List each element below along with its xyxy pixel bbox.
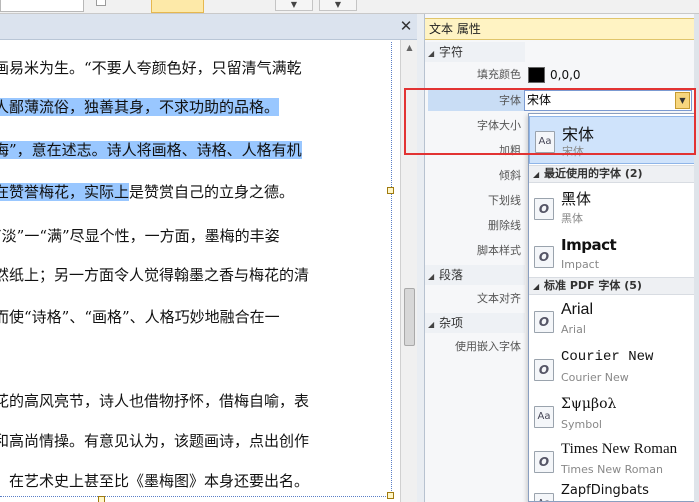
- label-underline: 下划线: [488, 194, 521, 207]
- font-dropdown-list[interactable]: Aa 宋体 宋体 ◢ 最近使用的字体 (2) O 黑体 黑体 O Impact I…: [528, 113, 699, 502]
- toolbar-dropdown-arrow-left[interactable]: ▼: [275, 0, 313, 11]
- font-option-name: 宋体: [562, 125, 595, 144]
- collapse-triangle-icon: ◢: [428, 49, 435, 58]
- group-header-recent-fonts[interactable]: ◢ 最近使用的字体 (2): [529, 165, 698, 183]
- font-option-name: Σψμβολ: [561, 396, 617, 412]
- group-header-standard-pdf-fonts[interactable]: ◢ 标准 PDF 字体 (5): [529, 277, 698, 295]
- label-use-embedded-font: 使用嵌入字体: [455, 340, 521, 353]
- label-bold: 加粗: [499, 144, 521, 157]
- font-option-name: Times New Roman: [561, 441, 678, 457]
- row-divider: [425, 88, 699, 89]
- toolbar-dropdown-arrow-right[interactable]: ▼: [319, 0, 357, 11]
- font-option-subname: 黑体: [561, 212, 583, 225]
- collapse-triangle-icon: ◢: [533, 170, 540, 179]
- font-option-subname: Arial: [561, 323, 586, 336]
- document-page[interactable]: 画易米为生。“不要人夸颜色好，只留清气满乾 人鄙薄流俗，独善其身，不求功助的品格。…: [0, 40, 417, 502]
- resize-handle-bottom[interactable]: [98, 496, 105, 502]
- font-option-arial[interactable]: O Arial Arial: [529, 297, 698, 345]
- collapse-triangle-icon: ◢: [428, 320, 435, 329]
- font-option-times-new-roman[interactable]: O Times New Roman Times New Roman: [529, 437, 698, 485]
- opentype-font-icon: O: [534, 246, 554, 268]
- truetype-font-icon: Aa: [534, 493, 554, 501]
- label-text-align: 文本对齐: [477, 292, 521, 305]
- chevron-down-icon[interactable]: ▼: [675, 92, 690, 109]
- font-select[interactable]: 宋体 ▼: [524, 90, 692, 111]
- section-label: 字符: [439, 45, 464, 59]
- label-italic: 倾斜: [499, 169, 521, 182]
- font-option-name: Courier New: [561, 349, 654, 365]
- toolbar-checkbox[interactable]: [96, 0, 106, 6]
- label-font: 字体: [499, 94, 521, 107]
- opentype-font-icon: O: [534, 198, 554, 220]
- font-option-name: Impact: [561, 236, 617, 254]
- font-option-subname: Courier New: [561, 371, 629, 384]
- truetype-font-icon: Aa: [534, 406, 554, 428]
- opentype-font-icon: O: [534, 451, 554, 473]
- resize-handle-right[interactable]: [387, 187, 394, 194]
- font-option-songti[interactable]: Aa 宋体 宋体: [529, 116, 698, 164]
- collapse-triangle-icon: ◢: [428, 272, 435, 281]
- font-option-subname: Impact: [561, 258, 600, 271]
- section-character[interactable]: ◢ 字符: [425, 42, 525, 62]
- collapse-triangle-icon: ◢: [533, 282, 540, 291]
- fill-color-value: 0,0,0: [550, 68, 581, 82]
- label-font-size: 字体大小: [477, 119, 521, 132]
- opentype-font-icon: O: [534, 311, 554, 333]
- group-header-label: 标准 PDF 字体 (5): [544, 279, 642, 292]
- section-label: 段落: [439, 268, 464, 282]
- font-option-symbol[interactable]: Aa Σψμβολ Symbol: [529, 392, 698, 440]
- section-label: 杂项: [439, 316, 464, 330]
- font-option-impact[interactable]: O Impact Impact: [529, 232, 698, 280]
- scrollbar-thumb[interactable]: [404, 288, 415, 346]
- font-option-subname: 宋体: [562, 145, 584, 158]
- font-option-zapfdingbats[interactable]: Aa ZapfDingbats: [529, 479, 698, 501]
- font-option-name: ZapfDingbats: [561, 483, 649, 498]
- close-document-icon[interactable]: ✕: [398, 18, 414, 34]
- font-select-value: 宋体: [527, 93, 552, 107]
- label-fill-color: 填充颜色: [477, 68, 521, 81]
- toolbar: ▼ ▼: [0, 0, 699, 14]
- font-option-name: Arial: [561, 301, 594, 318]
- group-header-label: 最近使用的字体 (2): [544, 167, 643, 180]
- document-tab-bar: [0, 14, 417, 40]
- label-script-style: 脚本样式: [477, 244, 521, 257]
- text-box-frame[interactable]: [0, 42, 392, 497]
- label-strikethrough: 删除线: [488, 219, 521, 232]
- window-edge: [694, 14, 699, 502]
- fill-color-swatch[interactable]: [528, 67, 545, 83]
- vertical-scrollbar[interactable]: ▲: [400, 40, 417, 502]
- font-option-heiti[interactable]: O 黑体 黑体: [529, 184, 698, 232]
- truetype-font-icon: Aa: [535, 131, 555, 153]
- font-option-subname: Symbol: [561, 418, 602, 431]
- font-option-subname: Times New Roman: [561, 463, 663, 476]
- resize-handle-bottom-right[interactable]: [387, 492, 394, 499]
- section-misc[interactable]: ◢ 杂项: [425, 313, 525, 333]
- scroll-up-icon[interactable]: ▲: [404, 43, 415, 53]
- toolbar-input[interactable]: [0, 0, 84, 12]
- panel-title: 文本 属性: [425, 18, 699, 40]
- font-option-courier-new[interactable]: O Courier New Courier New: [529, 345, 698, 393]
- opentype-font-icon: O: [534, 359, 554, 381]
- section-paragraph[interactable]: ◢ 段落: [425, 265, 525, 285]
- toolbar-active-button[interactable]: [151, 0, 204, 13]
- font-option-name: 黑体: [561, 190, 592, 208]
